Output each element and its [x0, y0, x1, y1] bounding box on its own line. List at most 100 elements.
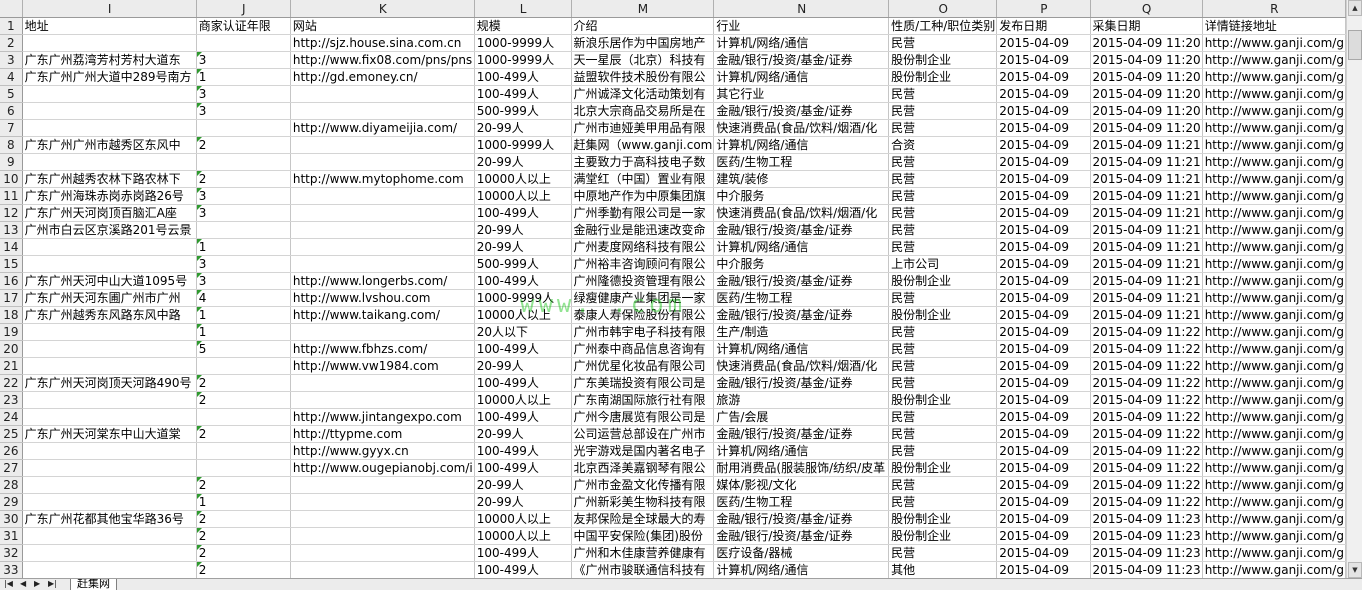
cell[interactable]: 民营	[888, 442, 998, 460]
cell[interactable]: 金融/银行/投资/基金/证券	[713, 272, 890, 290]
cell[interactable]: 天一星辰（北京）科技有	[571, 51, 715, 69]
cell[interactable]: http://www.fix08.com/pns/pns	[290, 51, 475, 69]
cell[interactable]: http://ttypme.com	[290, 425, 475, 443]
cell[interactable]: http://www.ganji.com/g	[1202, 544, 1346, 562]
cell[interactable]: 2015-04-09	[996, 306, 1091, 324]
cell[interactable]: 友邦保险是全球最大的寿	[571, 510, 715, 528]
cell[interactable]: http://www.ganji.com/g	[1202, 425, 1346, 443]
cell[interactable]: 2015-04-09	[996, 153, 1091, 171]
cell[interactable]: 广州诚泽文化活动策划有	[571, 85, 715, 103]
cell[interactable]: 金融行业是能迅速改变命	[571, 221, 715, 239]
cell[interactable]: 计算机/网络/通信	[713, 68, 890, 86]
cell[interactable]	[290, 544, 475, 562]
cell[interactable]: 3	[196, 187, 291, 205]
cell[interactable]: http://www.ganji.com/g	[1202, 323, 1346, 341]
cell[interactable]: http://www.ganji.com/g	[1202, 187, 1346, 205]
cell[interactable]: 中介服务	[713, 255, 890, 273]
row-header[interactable]: 17	[0, 289, 23, 307]
cell[interactable]: 计算机/网络/通信	[713, 238, 890, 256]
cell[interactable]: 2015-04-09 11:21	[1090, 221, 1203, 239]
cell[interactable]: 民营	[888, 221, 998, 239]
cell[interactable]: 100-499人	[474, 272, 572, 290]
cell[interactable]: 2015-04-09	[996, 561, 1091, 578]
cell[interactable]: 广州泰中商品信息咨询有	[571, 340, 715, 358]
cell[interactable]: 广州优星化妆品有限公司	[571, 357, 715, 375]
next-sheet-icon[interactable]: ▶	[34, 579, 40, 589]
cell[interactable]: 广州市韩宇电子科技有限	[571, 323, 715, 341]
cell[interactable]: http://www.ganji.com/g	[1202, 85, 1346, 103]
cell[interactable]	[22, 408, 197, 426]
row-header[interactable]: 5	[0, 85, 23, 103]
cell[interactable]: 民营	[888, 544, 998, 562]
cell[interactable]	[22, 34, 197, 52]
column-header[interactable]: J	[196, 0, 291, 18]
cell[interactable]: 2015-04-09 11:21	[1090, 136, 1203, 154]
row-header[interactable]: 1	[0, 17, 23, 35]
cell[interactable]: 4	[196, 289, 291, 307]
cell[interactable]: 2015-04-09	[996, 442, 1091, 460]
cell[interactable]: http://www.ganji.com/g	[1202, 221, 1346, 239]
cell[interactable]: 民营	[888, 187, 998, 205]
cell[interactable]: 民营	[888, 340, 998, 358]
cell[interactable]	[290, 221, 475, 239]
cell[interactable]: 1000-9999人	[474, 34, 572, 52]
cell[interactable]: 1	[196, 306, 291, 324]
cell[interactable]: http://www.diyameijia.com/	[290, 119, 475, 137]
cell[interactable]: 公司运营总部设在广州市	[571, 425, 715, 443]
cell[interactable]: 3	[196, 102, 291, 120]
cell[interactable]: 广东广州越秀农林下路农林下	[22, 170, 197, 188]
cell[interactable]: 广东广州天河岗顶百脑汇A座	[22, 204, 197, 222]
cell[interactable]: 1	[196, 68, 291, 86]
cell[interactable]: 2015-04-09 11:22	[1090, 425, 1203, 443]
cell[interactable]: http://www.ganji.com/g	[1202, 102, 1346, 120]
cell[interactable]: 2015-04-09	[996, 493, 1091, 511]
cell[interactable]: http://www.ganji.com/g	[1202, 357, 1346, 375]
cell[interactable]: 2	[196, 544, 291, 562]
spreadsheet-grid[interactable]: I J K L M N O P Q R 1 地址 商家认证年限 网站 规模 介绍 行业 性质/工种/职位类别 发布日…	[0, 0, 1346, 578]
cell[interactable]: 2015-04-09 11:20	[1090, 102, 1203, 120]
header-cell[interactable]: 行业	[713, 17, 890, 35]
cell[interactable]: 光宇游戏是国内著名电子	[571, 442, 715, 460]
cell[interactable]	[290, 323, 475, 341]
cell[interactable]: 民营	[888, 238, 998, 256]
cell[interactable]: 2015-04-09	[996, 289, 1091, 307]
header-cell[interactable]: 规模	[474, 17, 572, 35]
cell[interactable]	[290, 510, 475, 528]
cell[interactable]: 广州市白云区京溪路201号云景	[22, 221, 197, 239]
cell[interactable]: 北京大宗商品交易所是在	[571, 102, 715, 120]
row-header[interactable]: 30	[0, 510, 23, 528]
cell[interactable]: 3	[196, 255, 291, 273]
cell[interactable]: 2015-04-09	[996, 340, 1091, 358]
cell[interactable]: 2015-04-09 11:20	[1090, 34, 1203, 52]
cell[interactable]: 生产/制造	[713, 323, 890, 341]
cell[interactable]: 2015-04-09	[996, 221, 1091, 239]
cell[interactable]: 2015-04-09	[996, 527, 1091, 545]
cell[interactable]: 益盟软件技术股份有限公	[571, 68, 715, 86]
row-header[interactable]: 3	[0, 51, 23, 69]
row-header[interactable]: 7	[0, 119, 23, 137]
cell[interactable]: 旅游	[713, 391, 890, 409]
row-header[interactable]: 33	[0, 561, 23, 578]
cell[interactable]: 100-499人	[474, 442, 572, 460]
cell[interactable]: 2015-04-09	[996, 85, 1091, 103]
cell[interactable]: 民营	[888, 170, 998, 188]
row-header[interactable]: 9	[0, 153, 23, 171]
cell[interactable]: 2	[196, 527, 291, 545]
cell[interactable]: 耐用消费品(服装服饰/纺织/皮革	[713, 459, 890, 477]
cell[interactable]: 民营	[888, 425, 998, 443]
cell[interactable]: 10000人以上	[474, 170, 572, 188]
cell[interactable]: 计算机/网络/通信	[713, 561, 890, 578]
cell[interactable]: 金融/银行/投资/基金/证券	[713, 527, 890, 545]
first-sheet-icon[interactable]: |◀	[4, 579, 13, 589]
cell[interactable]: 民营	[888, 323, 998, 341]
cell[interactable]: 民营	[888, 34, 998, 52]
row-header[interactable]: 24	[0, 408, 23, 426]
cell[interactable]: 20-99人	[474, 119, 572, 137]
cell[interactable]: 民营	[888, 408, 998, 426]
cell[interactable]: http://www.ganji.com/g	[1202, 340, 1346, 358]
cell[interactable]	[22, 493, 197, 511]
cell[interactable]: 2015-04-09	[996, 68, 1091, 86]
prev-sheet-icon[interactable]: ◀	[20, 579, 26, 589]
row-header[interactable]: 28	[0, 476, 23, 494]
cell[interactable]: http://www.ganji.com/g	[1202, 527, 1346, 545]
